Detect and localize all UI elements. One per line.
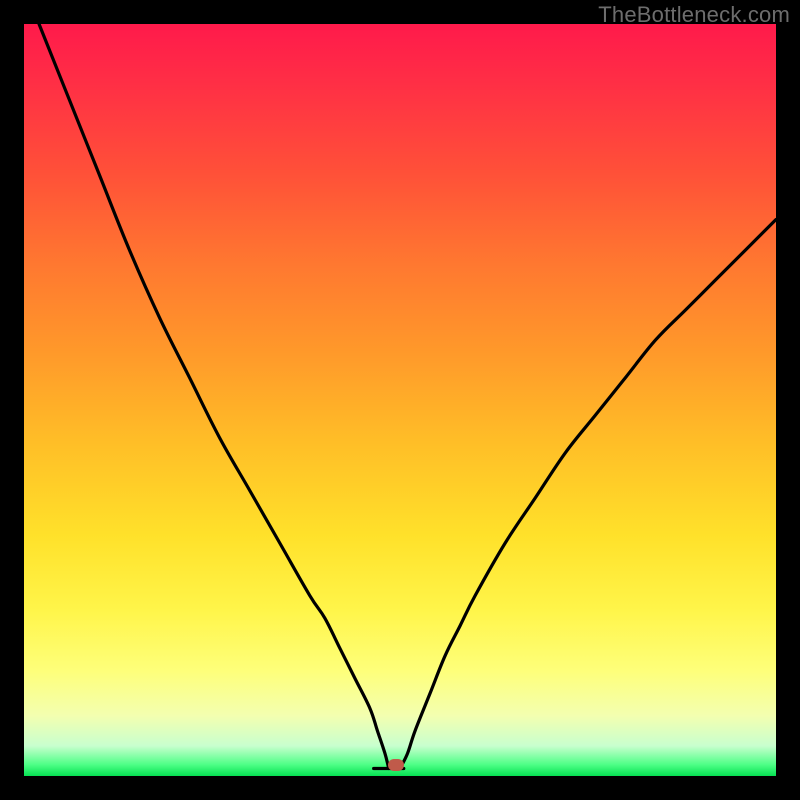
plot-area — [24, 24, 776, 776]
chart-frame: TheBottleneck.com — [0, 0, 800, 800]
curve-left-branch — [39, 24, 389, 768]
curve-right-branch — [400, 220, 776, 769]
optimal-point-marker — [388, 759, 404, 771]
bottleneck-curve — [24, 24, 776, 776]
